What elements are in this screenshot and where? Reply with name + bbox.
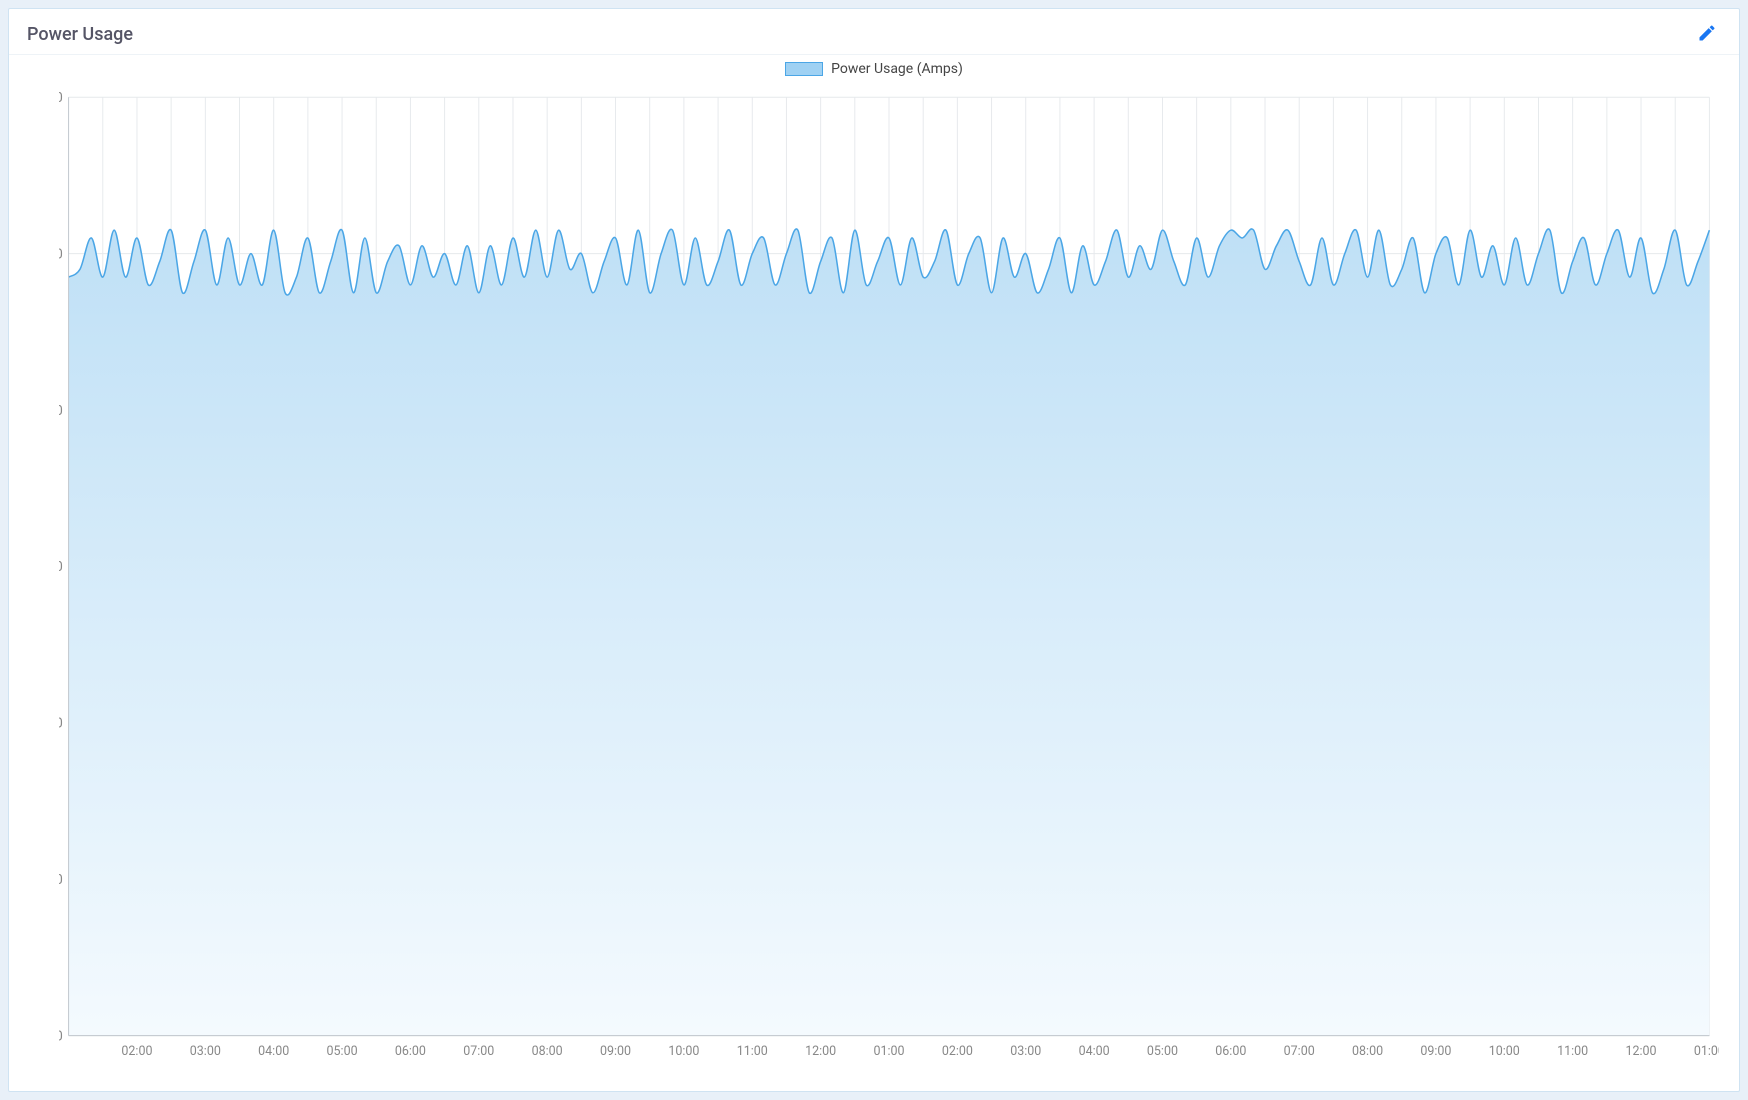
x-tick-label: 07:00 [463,1044,494,1059]
power-usage-chart: 0 20 40 60 80 100 120 02:00 03:00 04:00 05:00 06:0… [59,83,1719,1071]
x-tick-label: 12:00 [805,1044,836,1059]
x-tick-label: 08:00 [1352,1044,1383,1059]
panel-header: Power Usage [9,9,1739,55]
x-tick-label: 11:00 [1557,1044,1588,1059]
edit-button[interactable] [1693,19,1721,50]
chart-legend: Power Usage (Amps) [9,55,1739,79]
x-tick-label: 02:00 [942,1044,973,1059]
y-axis-ticks: 0 20 40 60 80 100 120 [59,91,63,1044]
x-tick-label: 08:00 [532,1044,563,1059]
legend-swatch [785,62,823,76]
x-axis-ticks: 02:00 03:00 04:00 05:00 06:00 07:00 08:00 09:00… [121,1044,1719,1059]
panel-title: Power Usage [27,24,133,45]
x-tick-label: 09:00 [600,1044,631,1059]
x-tick-label: 12:00 [1626,1044,1657,1059]
legend-label: Power Usage (Amps) [831,61,963,77]
x-tick-label: 03:00 [190,1044,221,1059]
y-tick-label: 40 [59,717,63,732]
x-tick-label: 01:00 [1694,1044,1719,1059]
x-tick-label: 01:00 [873,1044,904,1059]
x-tick-label: 05:00 [1147,1044,1178,1059]
x-tick-label: 03:00 [1010,1044,1041,1059]
x-tick-label: 07:00 [1284,1044,1315,1059]
x-tick-label: 10:00 [668,1044,699,1059]
power-usage-panel: Power Usage Power Usage (Amps) [8,8,1740,1092]
pencil-icon [1697,23,1717,46]
x-tick-label: 06:00 [395,1044,426,1059]
x-tick-label: 10:00 [1489,1044,1520,1059]
x-tick-label: 04:00 [1079,1044,1110,1059]
y-tick-label: 120 [59,91,63,106]
y-tick-label: 60 [59,560,63,575]
x-tick-label: 05:00 [327,1044,358,1059]
y-tick-label: 0 [59,1029,63,1044]
x-tick-label: 04:00 [258,1044,289,1059]
y-tick-label: 100 [59,247,63,262]
y-tick-label: 20 [59,873,63,888]
plot-series [69,229,1710,1036]
y-tick-label: 80 [59,404,63,419]
x-tick-label: 09:00 [1420,1044,1451,1059]
x-tick-label: 11:00 [737,1044,768,1059]
x-tick-label: 02:00 [121,1044,152,1059]
x-tick-label: 06:00 [1215,1044,1246,1059]
chart-area: 0 20 40 60 80 100 120 02:00 03:00 04:00 05:00 06:0… [9,79,1739,1091]
